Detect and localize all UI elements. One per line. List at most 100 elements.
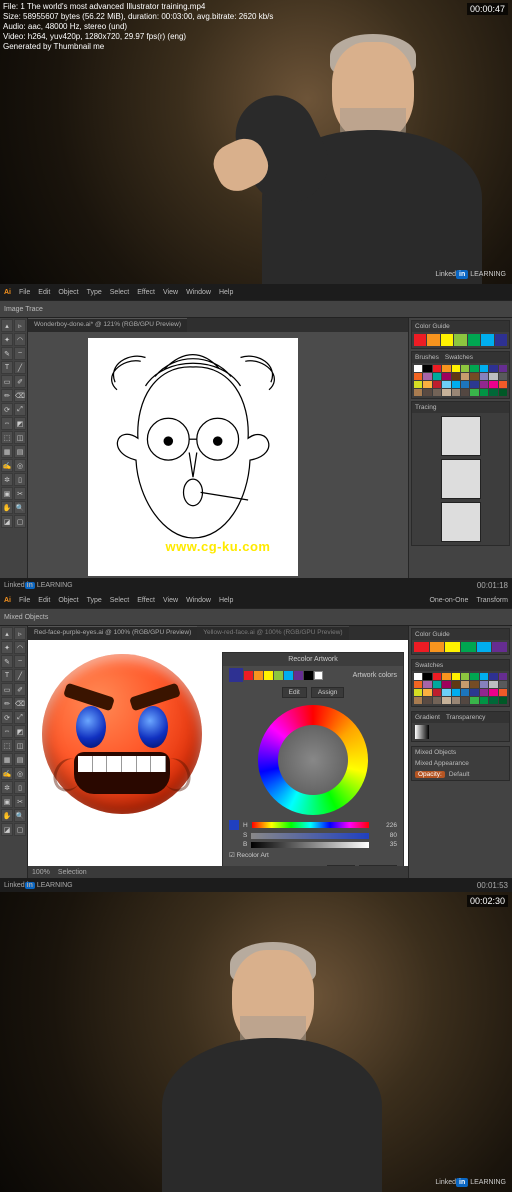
swatches-grid[interactable] — [412, 363, 509, 398]
eraser-tool-icon[interactable]: ⌫ — [14, 697, 26, 710]
slice-tool-icon[interactable]: ✂ — [14, 795, 26, 808]
bri-slider[interactable] — [251, 842, 369, 848]
appearance-panel[interactable]: Mixed Objects Mixed Appearance Opacity: … — [411, 746, 510, 781]
menu-type[interactable]: Type — [87, 289, 102, 296]
mesh-tool-icon[interactable]: ▦ — [1, 445, 13, 458]
color-guide-panel[interactable]: Color Guide — [411, 628, 510, 655]
swatch[interactable] — [499, 697, 507, 704]
gradient-preview-icon[interactable] — [415, 725, 429, 739]
rectangle-tool-icon[interactable]: ▭ — [1, 683, 13, 696]
swatch[interactable] — [433, 689, 441, 696]
perspective-tool-icon[interactable]: ◫ — [14, 431, 26, 444]
swatch[interactable] — [461, 389, 469, 396]
menu-effect[interactable]: Effect — [137, 597, 155, 604]
swatches-panel[interactable]: Swatches — [411, 659, 510, 707]
swatch[interactable] — [414, 389, 422, 396]
ok-button[interactable]: OK — [327, 865, 354, 866]
brushes-tab[interactable]: Brushes — [415, 354, 439, 361]
swatch[interactable] — [423, 697, 431, 704]
swatch[interactable] — [433, 673, 441, 680]
assign-tab[interactable]: Assign — [311, 687, 345, 698]
opacity-tag[interactable]: Opacity: — [415, 771, 445, 778]
shape-builder-tool-icon[interactable]: ⬚ — [1, 739, 13, 752]
swatch[interactable] — [442, 373, 450, 380]
artboard-tool-icon[interactable]: ▣ — [1, 795, 13, 808]
swatch[interactable] — [470, 389, 478, 396]
gradient-tool-icon[interactable]: ▤ — [14, 753, 26, 766]
swatch[interactable] — [499, 689, 507, 696]
swatch[interactable] — [452, 689, 460, 696]
swatch[interactable] — [470, 365, 478, 372]
blend-tool-icon[interactable]: ◎ — [14, 459, 26, 472]
width-tool-icon[interactable]: ⇔ — [1, 725, 13, 738]
mesh-tool-icon[interactable]: ▦ — [1, 753, 13, 766]
menu-window[interactable]: Window — [186, 597, 211, 604]
swatch[interactable] — [499, 681, 507, 688]
document-tab-1[interactable]: Red-face-purple-eyes.ai @ 100% (RGB/GPU … — [28, 626, 197, 640]
swatch[interactable] — [414, 697, 422, 704]
swatch[interactable] — [442, 689, 450, 696]
swatch[interactable] — [489, 389, 497, 396]
gradient-tool-icon[interactable]: ▤ — [14, 445, 26, 458]
swatch[interactable] — [480, 373, 488, 380]
fill-stroke-icon[interactable]: ◪ — [1, 823, 13, 836]
scale-tool-icon[interactable]: ⤢ — [14, 403, 26, 416]
hue-slider[interactable] — [252, 822, 369, 828]
swatch[interactable] — [470, 673, 478, 680]
menu-effect[interactable]: Effect — [137, 289, 155, 296]
free-transform-tool-icon[interactable]: ◩ — [14, 725, 26, 738]
cancel-button[interactable]: Cancel — [359, 865, 397, 866]
curvature-tool-icon[interactable]: ~ — [14, 655, 26, 668]
scale-tool-icon[interactable]: ⤢ — [14, 711, 26, 724]
swatch[interactable] — [480, 381, 488, 388]
eyedropper-tool-icon[interactable]: ✍ — [1, 767, 13, 780]
swatch[interactable] — [414, 673, 422, 680]
swatch[interactable] — [423, 673, 431, 680]
rotate-tool-icon[interactable]: ⟳ — [1, 711, 13, 724]
swatch[interactable] — [489, 681, 497, 688]
swatch[interactable] — [442, 389, 450, 396]
menu-view[interactable]: View — [163, 597, 178, 604]
hand-tool-icon[interactable]: ✋ — [1, 809, 13, 822]
swatch[interactable] — [489, 697, 497, 704]
pen-tool-icon[interactable]: ✎ — [1, 655, 13, 668]
selection-tool-icon[interactable]: ▴ — [1, 319, 13, 332]
canvas-background[interactable]: www.cg-ku.com — [28, 332, 408, 578]
paintbrush-tool-icon[interactable]: ✐ — [14, 375, 26, 388]
menu-view[interactable]: View — [163, 289, 178, 296]
swatch[interactable] — [433, 373, 441, 380]
color-wheel[interactable] — [258, 705, 368, 815]
angry-emoji-artwork[interactable] — [42, 654, 202, 814]
workspace-transform[interactable]: Transform — [476, 597, 508, 604]
workspace-oneonone[interactable]: One-on-One — [429, 597, 468, 604]
swatch[interactable] — [433, 381, 441, 388]
symbol-sprayer-tool-icon[interactable]: ✲ — [1, 473, 13, 486]
pencil-tool-icon[interactable]: ✏ — [1, 697, 13, 710]
menu-file[interactable]: File — [19, 597, 30, 604]
swatch[interactable] — [461, 673, 469, 680]
rotate-tool-icon[interactable]: ⟳ — [1, 403, 13, 416]
swatch[interactable] — [433, 697, 441, 704]
sat-slider[interactable] — [251, 833, 369, 839]
selection-tool-icon[interactable]: ▴ — [1, 627, 13, 640]
swatch[interactable] — [480, 673, 488, 680]
swatch[interactable] — [480, 689, 488, 696]
swatch[interactable] — [414, 365, 422, 372]
swatch[interactable] — [470, 697, 478, 704]
screen-mode-icon[interactable]: ▢ — [14, 823, 26, 836]
blend-tool-icon[interactable]: ◎ — [14, 767, 26, 780]
swatch[interactable] — [452, 365, 460, 372]
swatch[interactable] — [423, 373, 431, 380]
document-tab-2[interactable]: Yellow-red-face.ai @ 100% (RGB/GPU Previ… — [197, 626, 348, 640]
swatches-grid[interactable] — [412, 671, 509, 706]
swatch[interactable] — [489, 373, 497, 380]
swatch[interactable] — [489, 689, 497, 696]
zoom-tool-icon[interactable]: 🔍 — [14, 501, 26, 514]
swatch[interactable] — [461, 697, 469, 704]
transparency-tab[interactable]: Transparency — [446, 714, 486, 721]
active-color-swatch[interactable] — [229, 668, 243, 682]
swatch[interactable] — [452, 389, 460, 396]
swatch[interactable] — [442, 673, 450, 680]
slice-tool-icon[interactable]: ✂ — [14, 487, 26, 500]
swatch[interactable] — [461, 381, 469, 388]
